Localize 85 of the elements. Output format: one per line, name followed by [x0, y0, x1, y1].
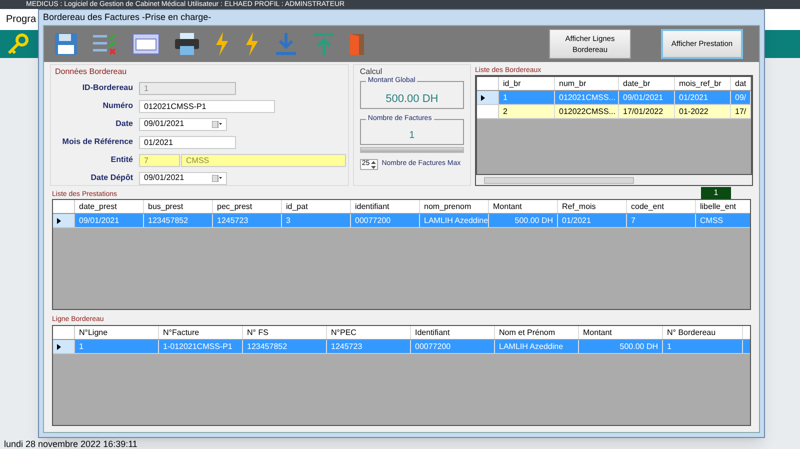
- column-header[interactable]: Ref_mois: [558, 200, 627, 213]
- table-cell: 1: [75, 340, 159, 353]
- column-header[interactable]: Nom et Prénom: [495, 326, 579, 339]
- table-cell: 17/: [731, 105, 751, 118]
- calendar-dropdown-icon: [212, 174, 222, 182]
- table-cell: 09/01/2021: [619, 91, 675, 104]
- table-cell: 01-2022: [675, 105, 731, 118]
- table-cell: 1: [663, 340, 743, 353]
- column-header[interactable]: Montant: [579, 326, 663, 339]
- total-amount: 500.00 DH: [386, 92, 438, 107]
- table-cell: 09/: [731, 91, 751, 104]
- form-icon[interactable]: [132, 33, 160, 55]
- count-badge: 1: [701, 187, 731, 199]
- column-header[interactable]: pec_prest: [213, 200, 282, 213]
- calendar-dropdown-icon: [212, 120, 222, 128]
- column-header[interactable]: identifiant: [351, 200, 420, 213]
- lightning-icon[interactable]: [214, 32, 230, 56]
- table-cell: 012022CMSS...: [555, 105, 619, 118]
- lightning-icon[interactable]: [244, 32, 260, 56]
- field-label: Numéro: [102, 100, 134, 112]
- upload-icon[interactable]: [312, 32, 336, 56]
- entity-field[interactable]: CMSS: [181, 154, 346, 166]
- date-picker[interactable]: 09/01/2021: [139, 118, 227, 130]
- column-header[interactable]: libelle_ent: [696, 200, 750, 213]
- column-header[interactable]: dat: [731, 77, 751, 90]
- field-label: Entité: [110, 154, 134, 166]
- table-cell: LAMLIH Azeddine: [495, 340, 579, 353]
- column-header[interactable]: id_br: [499, 77, 555, 90]
- group-title: Calcul: [360, 67, 384, 77]
- column-header[interactable]: date_prest: [75, 200, 144, 213]
- spin-arrows-icon: [370, 160, 376, 168]
- column-header[interactable]: bus_prest: [144, 200, 213, 213]
- key-icon: [7, 33, 29, 55]
- table-cell: 1245723: [327, 340, 411, 353]
- text-field[interactable]: 012021CMSS-P1: [139, 100, 275, 112]
- table-cell: 3: [282, 214, 351, 227]
- column-header[interactable]: id_pat: [282, 200, 351, 213]
- table-cell: 01/2021: [558, 214, 627, 227]
- table-cell: 123457852: [243, 340, 327, 353]
- table-cell: LAMLIH Azeddine: [420, 214, 489, 227]
- table-cell: 01/2021: [675, 91, 731, 104]
- table-cell: 500.00 DH: [489, 214, 558, 227]
- table-cell: 012021CMSS...: [555, 91, 619, 104]
- field-label: Date: [114, 118, 134, 130]
- table-cell: 123457852: [144, 214, 213, 227]
- table-cell: 17/01/2022: [619, 105, 675, 118]
- invoice-count: 1: [409, 129, 415, 143]
- table-cell: CMSS: [696, 214, 750, 227]
- row-pointer-icon: [481, 94, 485, 101]
- column-header[interactable]: N°PEC: [327, 326, 411, 339]
- field-label: ID-Bordereau: [81, 82, 134, 94]
- column-header[interactable]: N°Facture: [159, 326, 243, 339]
- date-picker[interactable]: 09/01/2021: [139, 172, 227, 184]
- column-header[interactable]: num_br: [555, 77, 619, 90]
- door-icon[interactable]: [350, 32, 364, 56]
- column-header[interactable]: code_ent: [627, 200, 696, 213]
- table-cell: 7: [627, 214, 696, 227]
- table-cell: 1: [499, 91, 555, 104]
- checklist-icon[interactable]: [92, 32, 118, 56]
- table-cell: 09/01/2021: [75, 214, 144, 227]
- menu-item[interactable]: Progra: [6, 12, 36, 27]
- column-header[interactable]: Identifiant: [411, 326, 495, 339]
- column-header[interactable]: nom_prenom: [420, 200, 489, 213]
- table-cell: 1245723: [213, 214, 282, 227]
- column-header[interactable]: N° Bordereau: [663, 326, 743, 339]
- table-cell: 2: [499, 105, 555, 118]
- column-header[interactable]: mois_ref_br: [675, 77, 731, 90]
- window-title: Bordereau des Factures -Prise en charge-: [43, 10, 212, 24]
- table-cell: 1-012021CMSS-P1: [159, 340, 243, 353]
- field-label: Date Dépôt: [90, 172, 134, 184]
- table-cell: 00077200: [351, 214, 420, 227]
- column-header[interactable]: date_br: [619, 77, 675, 90]
- group-title: Données Bordereau: [54, 67, 128, 77]
- status-bar-text: lundi 28 novembre 2022 16:39:11: [4, 439, 138, 449]
- column-header[interactable]: Montant: [489, 200, 558, 213]
- table-row[interactable]: 2 012022CMSS... 17/01/2022 01-2022 17/: [477, 105, 751, 119]
- table-cell: 00077200: [411, 340, 495, 353]
- table-cell: 500.00 DH: [579, 340, 663, 353]
- field-label: Mois de Référence: [61, 136, 134, 148]
- column-header[interactable]: N° FS: [243, 326, 327, 339]
- text-field[interactable]: 01/2021: [139, 136, 236, 148]
- printer-icon[interactable]: [174, 32, 200, 56]
- column-header[interactable]: N°Ligne: [75, 326, 159, 339]
- row-pointer-icon: [57, 218, 61, 224]
- row-pointer-icon: [57, 344, 61, 350]
